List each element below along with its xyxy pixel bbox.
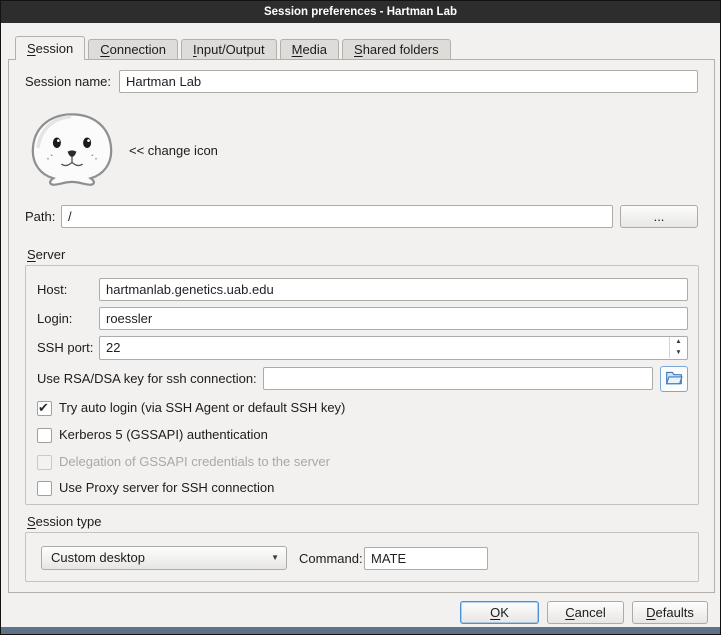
- spin-up-icon[interactable]: ▲: [669, 337, 687, 348]
- checkbox-box: ✔: [37, 455, 52, 470]
- rsa-key-label: Use RSA/DSA key for ssh connection:: [37, 367, 257, 390]
- login-label: Login:: [37, 307, 72, 330]
- path-label: Path:: [25, 205, 55, 228]
- checkmark-icon: ✔: [38, 398, 49, 418]
- window-title: Session preferences - Hartman Lab: [264, 6, 457, 18]
- command-input[interactable]: MATE: [364, 547, 488, 570]
- session-name-label: Session name:: [25, 70, 111, 93]
- host-label: Host:: [37, 278, 67, 301]
- checkbox-gssapi-delegation: ✔ Delegation of GSSAPI credentials to th…: [37, 452, 330, 472]
- ssh-port-label: SSH port:: [37, 336, 93, 359]
- login-input[interactable]: roessler: [99, 307, 688, 330]
- ssh-port-spinbox[interactable]: 22: [99, 336, 688, 360]
- ssh-port-spin-buttons: ▲ ▼: [669, 337, 687, 358]
- session-name-input[interactable]: Hartman Lab: [119, 70, 698, 93]
- folder-icon: [665, 369, 683, 390]
- session-type-title: Session type: [27, 513, 101, 531]
- checkbox-proxy[interactable]: ✔ Use Proxy server for SSH connection: [37, 478, 274, 498]
- spin-down-icon[interactable]: ▼: [669, 348, 687, 359]
- checkbox-label: Use Proxy server for SSH connection: [59, 480, 274, 495]
- path-input[interactable]: /: [61, 205, 613, 228]
- host-input[interactable]: hartmanlab.genetics.uab.edu: [99, 278, 688, 301]
- tab-media[interactable]: Media: [280, 39, 339, 59]
- checkbox-box: ✔: [37, 428, 52, 443]
- bottom-edge: [1, 627, 720, 634]
- checkbox-kerberos[interactable]: ✔ Kerberos 5 (GSSAPI) authentication: [37, 425, 268, 445]
- change-icon-label[interactable]: << change icon: [129, 139, 218, 162]
- checkbox-label: Delegation of GSSAPI credentials to the …: [59, 454, 330, 469]
- defaults-button[interactable]: Defaults: [632, 601, 708, 624]
- seal-icon[interactable]: [27, 109, 117, 189]
- session-type-dropdown[interactable]: Custom desktop ▼: [41, 546, 287, 570]
- ok-button[interactable]: OK: [460, 601, 539, 624]
- tab-input-output[interactable]: Input/Output: [181, 39, 277, 59]
- checkbox-box: ✔: [37, 401, 52, 416]
- tab-session[interactable]: Session: [15, 36, 85, 60]
- session-type-selected: Custom desktop: [51, 550, 145, 565]
- cancel-button[interactable]: Cancel: [547, 601, 624, 624]
- checkbox-box: ✔: [37, 481, 52, 496]
- path-browse-button[interactable]: ...: [620, 205, 698, 228]
- checkbox-label: Try auto login (via SSH Agent or default…: [59, 400, 345, 415]
- rsa-key-input[interactable]: [263, 367, 653, 390]
- dropdown-arrow-icon: ▼: [271, 547, 279, 569]
- tab-connection[interactable]: Connection: [88, 39, 178, 59]
- checkbox-label: Kerberos 5 (GSSAPI) authentication: [59, 427, 268, 442]
- key-browse-button[interactable]: [660, 366, 688, 392]
- server-group-title: Server: [27, 246, 65, 264]
- tab-shared-folders[interactable]: Shared folders: [342, 39, 451, 59]
- checkbox-auto-login[interactable]: ✔ Try auto login (via SSH Agent or defau…: [37, 398, 345, 418]
- session-preferences-window: Session preferences - Hartman Lab Sessio…: [0, 0, 721, 635]
- titlebar[interactable]: Session preferences - Hartman Lab: [1, 1, 720, 23]
- command-label: Command:: [299, 547, 363, 570]
- tab-bar: Session Connection Input/Output Media Sh…: [15, 36, 454, 60]
